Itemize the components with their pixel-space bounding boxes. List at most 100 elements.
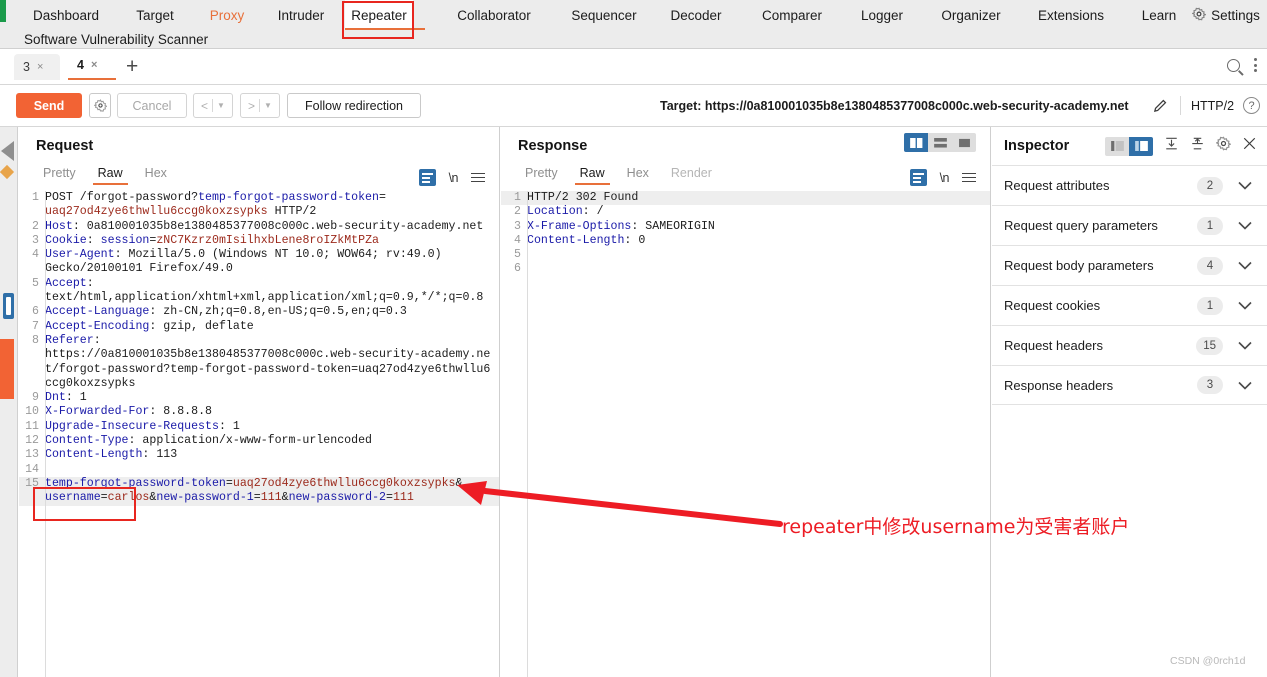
search-icon[interactable] [1227, 58, 1240, 72]
collapse-all-icon[interactable] [1190, 136, 1205, 156]
menu-item-proxy[interactable]: Proxy [198, 0, 256, 30]
scroll-handle[interactable] [3, 293, 14, 319]
chevron-down-icon[interactable] [1235, 261, 1255, 270]
menu-item-comparer[interactable]: Comparer [748, 0, 836, 30]
follow-redirection-button[interactable]: Follow redirection [287, 93, 421, 118]
collapse-arrow-icon[interactable] [1, 141, 14, 161]
left-collapse-rail[interactable] [0, 127, 18, 677]
menu-item-extensions[interactable]: Extensions [1030, 0, 1112, 30]
code-text[interactable]: ccg0koxzsypks [45, 377, 135, 391]
menu-item-organizer[interactable]: Organizer [930, 0, 1012, 30]
inspector-layout-right-button[interactable] [1129, 136, 1153, 156]
code-text[interactable]: https://0a810001035b8e1380485377008c000c… [45, 348, 490, 362]
show-newlines-label[interactable]: \n [449, 171, 459, 185]
code-text[interactable]: X-Frame-Options: SAMEORIGIN [527, 220, 715, 234]
inspector-layout-left-button[interactable] [1105, 136, 1129, 156]
code-text[interactable]: Accept-Language: zh-CN,zh;q=0.8,en-US;q=… [45, 305, 407, 319]
code-text[interactable]: Upgrade-Insecure-Requests: 1 [45, 420, 240, 434]
inspector-row-request-body-parameters[interactable]: Request body parameters 4 [992, 245, 1267, 285]
chevron-down-icon[interactable] [1235, 381, 1255, 390]
chevron-down-icon[interactable]: ▼ [217, 101, 225, 110]
layout-stacked-button[interactable] [928, 133, 952, 152]
previous-request-button[interactable]: < ▼ [193, 93, 233, 118]
send-button[interactable]: Send [16, 93, 82, 118]
expand-all-icon[interactable] [1164, 136, 1179, 156]
request-code-area[interactable]: 1 POST /forgot-password?temp-forgot-passw… [19, 191, 499, 677]
edit-target-pencil-icon[interactable] [1152, 97, 1169, 119]
request-view-tab-raw[interactable]: Raw [87, 161, 134, 185]
code-text[interactable]: Cookie: session=zNC7Kzrz0mIsilhxbLene8ro… [45, 234, 379, 248]
request-menu-icon[interactable] [471, 172, 485, 183]
repeater-tab-4[interactable]: 4 × [68, 52, 116, 80]
code-text[interactable]: User-Agent: Mozilla/5.0 (Windows NT 10.0… [45, 248, 442, 262]
sidebar-item-software-vulnerability-scanner[interactable]: Software Vulnerability Scanner [24, 32, 208, 47]
close-icon[interactable]: × [37, 61, 43, 73]
chevron-down-icon[interactable]: ▼ [264, 101, 272, 110]
code-text[interactable]: uaq27od4zye6thwllu6ccg0koxzsypks HTTP/2 [45, 205, 316, 219]
code-text[interactable]: Content-Length: 0 [527, 234, 645, 248]
main-menu-bar: Dashboard Target Proxy Intruder Repeater Coll… [0, 0, 1267, 49]
code-text[interactable]: Host: 0a810001035b8e1380485377008c000c.w… [45, 220, 483, 234]
code-text[interactable]: HTTP/2 302 Found [527, 191, 638, 205]
inspector-row-response-headers[interactable]: Response headers 3 [992, 365, 1267, 405]
overflow-menu-icon[interactable] [1254, 58, 1257, 72]
code-text[interactable]: text/html,application/xhtml+xml,applicat… [45, 291, 483, 305]
request-view-tab-hex[interactable]: Hex [134, 161, 178, 185]
code-text[interactable]: Location: / [527, 205, 604, 219]
menu-item-sequencer[interactable]: Sequencer [560, 0, 648, 30]
menu-item-repeater[interactable]: Repeater [345, 0, 413, 30]
menu-item-collaborator[interactable]: Collaborator [440, 0, 548, 30]
code-text[interactable]: Content-Type: application/x-www-form-url… [45, 434, 372, 448]
code-text[interactable] [527, 248, 534, 262]
word-wrap-icon[interactable] [418, 169, 436, 186]
layout-single-button[interactable] [952, 133, 976, 152]
help-icon[interactable]: ? [1243, 97, 1260, 114]
inspector-row-request-cookies[interactable]: Request cookies 1 [992, 285, 1267, 325]
next-request-button[interactable]: > ▼ [240, 93, 280, 118]
response-menu-icon[interactable] [962, 172, 976, 183]
menu-item-learn[interactable]: Learn [1133, 0, 1185, 30]
code-text[interactable] [45, 463, 52, 477]
code-text[interactable]: Dnt: 1 [45, 391, 87, 405]
close-icon[interactable] [1242, 136, 1257, 156]
add-tab-button[interactable]: + [126, 56, 138, 77]
repeater-tab-3[interactable]: 3 × [14, 54, 60, 80]
response-code-area[interactable]: 1 HTTP/2 302 Found 2 Location: / 3 X-Frame-Op… [501, 191, 990, 677]
close-icon[interactable]: × [91, 59, 97, 71]
code-text[interactable]: X-Forwarded-For: 8.8.8.8 [45, 405, 212, 419]
code-text[interactable]: POST /forgot-password?temp-forgot-passwo… [45, 191, 386, 205]
inspector-row-request-query-parameters[interactable]: Request query parameters 1 [992, 205, 1267, 245]
response-view-tab-hex[interactable]: Hex [616, 161, 660, 185]
gear-icon[interactable] [1215, 136, 1232, 156]
code-text[interactable] [527, 262, 534, 276]
menu-item-dashboard[interactable]: Dashboard [22, 0, 110, 30]
code-text[interactable]: Accept: [45, 277, 94, 291]
response-view-tab-pretty[interactable]: Pretty [514, 161, 569, 185]
send-options-gear-icon[interactable] [89, 93, 111, 118]
menu-item-target[interactable]: Target [124, 0, 186, 30]
code-text[interactable]: Gecko/20100101 Firefox/49.0 [45, 262, 233, 276]
menu-item-intruder[interactable]: Intruder [270, 0, 332, 30]
request-view-tab-pretty[interactable]: Pretty [32, 161, 87, 185]
chevron-down-icon[interactable] [1235, 221, 1255, 230]
inspector-row-request-attributes[interactable]: Request attributes 2 [992, 165, 1267, 205]
chevron-down-icon[interactable] [1235, 301, 1255, 310]
word-wrap-icon[interactable] [909, 169, 927, 186]
menu-item-logger[interactable]: Logger [848, 0, 916, 30]
show-newlines-label[interactable]: \n [940, 171, 950, 185]
code-text[interactable]: username=carlos&new-password-1=111&new-p… [45, 491, 414, 505]
chevron-down-icon[interactable] [1235, 181, 1255, 190]
response-view-tab-render[interactable]: Render [660, 161, 723, 185]
layout-side-by-side-button[interactable] [904, 133, 928, 152]
code-text[interactable]: Referer: [45, 334, 101, 348]
code-text[interactable]: Accept-Encoding: gzip, deflate [45, 320, 254, 334]
code-text[interactable]: temp-forgot-password-token=uaq27od4zye6t… [45, 477, 462, 491]
menu-item-settings[interactable]: Settings [1190, 0, 1262, 30]
cancel-button[interactable]: Cancel [117, 93, 187, 118]
menu-item-decoder[interactable]: Decoder [660, 0, 732, 30]
response-view-tab-raw[interactable]: Raw [569, 161, 616, 185]
code-text[interactable]: t/forgot-password?temp-forgot-password-t… [45, 363, 490, 377]
code-text[interactable]: Content-Length: 113 [45, 448, 177, 462]
inspector-row-request-headers[interactable]: Request headers 15 [992, 325, 1267, 365]
chevron-down-icon[interactable] [1235, 341, 1255, 350]
